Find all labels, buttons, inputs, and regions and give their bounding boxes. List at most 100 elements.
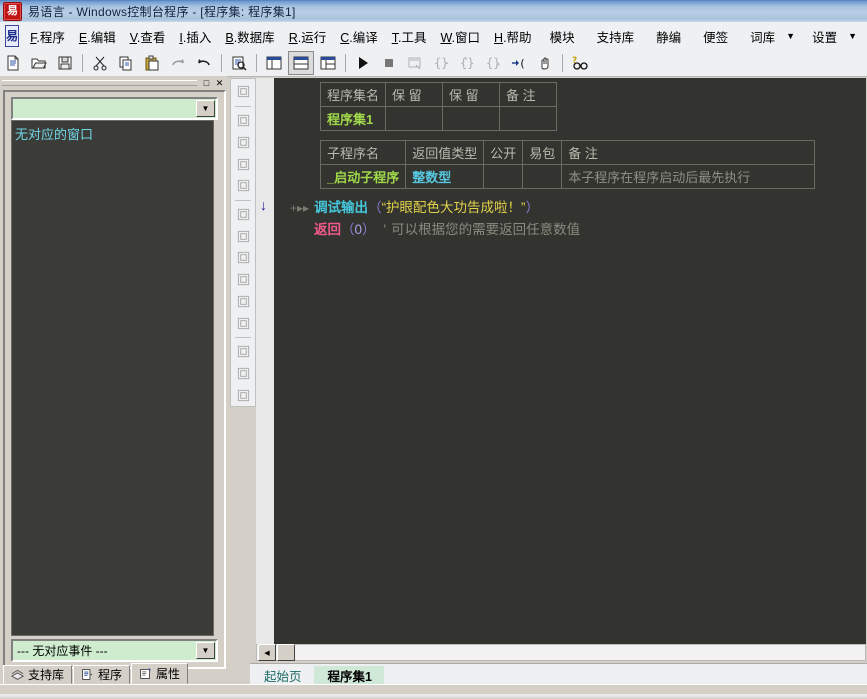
sub-return-type-cell[interactable]: 整数型 [405,164,485,189]
toolbar-separator [221,54,222,72]
menu-view[interactable]: V.查看 [123,24,173,49]
panel-restore-button[interactable]: □ [201,78,212,89]
layout-left-button[interactable] [262,52,286,74]
form-design-canvas[interactable]: 无对应的窗口 [11,120,214,636]
scrollbar-thumb[interactable] [277,644,295,661]
space-horizontal-button[interactable] [233,291,253,311]
code-line-debug-output[interactable]: +▸▸ 调试输出（“护眼配色大功告成啦！”） [290,196,539,216]
layout-grid-button[interactable] [316,52,340,74]
layout-top-button[interactable] [288,51,314,75]
menu-help[interactable]: H.帮助 [487,24,539,49]
same-width-button[interactable] [233,248,253,268]
menu-module[interactable]: 模块 [539,24,586,49]
event-select-value: --- 无对应事件 --- [17,644,108,658]
panel-close-button[interactable]: ✕ [214,78,225,89]
menu-edit[interactable]: E.编辑 [72,24,123,49]
stop-button[interactable] [377,52,401,74]
assembly-note-cell[interactable] [499,106,558,131]
align-top-button[interactable] [233,154,253,174]
binoculars-help-button[interactable]: ? [568,52,592,74]
size-height-button[interactable] [233,364,253,384]
assembly-table[interactable]: 程序集名 保 留 保 留 备 注 程序集1 [319,82,558,131]
menu-item-label: .窗口 [451,30,481,45]
editor-gutter[interactable]: ↓ [256,78,274,644]
find-document-button[interactable] [227,52,251,74]
sidebar-tab-libs[interactable]: 支持库 [3,665,73,684]
fold-marker-icon[interactable]: +▸▸ [290,201,309,215]
redo-button[interactable] [166,52,190,74]
chevron-down-icon[interactable]: ▼ [196,100,215,117]
menu-run[interactable]: R.运行 [282,24,334,49]
assembly-reserved2-cell[interactable] [442,106,501,131]
menu-static[interactable]: 静编 [645,24,692,49]
hand-button[interactable] [533,52,557,74]
window-select-combo[interactable]: ▼ [11,97,218,120]
undo-button[interactable] [192,52,216,74]
sub-name-cell[interactable]: _启动子程序 [319,164,407,189]
sub-note-cell[interactable]: 本子程序在程序启动后最先执行 [561,164,816,189]
align-left-button[interactable] [233,111,253,131]
open-folder-button[interactable] [27,52,51,74]
menu-bar: 易 F.程序 E.编辑 V.查看 I.插入 B.数据库 R.运行 C.编译 T.工具 W.窗口 H… [0,22,867,51]
code-canvas[interactable]: 程序集名 保 留 保 留 备 注 程序集1 子程序名 返回值类型 公开 易包 备… [274,78,866,644]
chevron-down-icon[interactable]: ▼ [786,31,801,41]
sidebar-tab-props[interactable]: 属性 [131,663,189,684]
align-frame-button[interactable] [233,82,253,102]
run-to-cursor-button[interactable]: () [507,52,531,74]
menu-insert[interactable]: I.插入 [172,24,218,49]
step-into-button[interactable]: {} [429,52,453,74]
menu-compile[interactable]: C.编译 [333,24,385,49]
size-both-button[interactable] [233,385,253,405]
center-vertical-button[interactable] [233,226,253,246]
menu-item-label: .工具 [397,30,427,45]
align-right-button[interactable] [233,132,253,152]
assembly-name-cell[interactable]: 程序集1 [319,106,387,131]
table-row[interactable]: 程序集1 [319,106,558,131]
paste-button[interactable] [140,52,164,74]
debug-window-button[interactable] [403,52,427,74]
step-out-button[interactable]: {} [481,52,505,74]
subroutine-table[interactable]: 子程序名 返回值类型 公开 易包 备 注 _启动子程序 整数型 本子程序在程序启… [319,140,816,189]
same-height-button[interactable] [233,270,253,290]
menu-tools[interactable]: T.工具 [385,24,434,49]
sidebar-tab-program[interactable]: 程序 [73,665,131,684]
code-editor[interactable]: ↓ 程序集名 保 留 保 留 备 注 程序集1 子程序名 返回值类型 公开 易包… [256,78,866,644]
table-row[interactable]: _启动子程序 整数型 本子程序在程序启动后最先执行 [319,164,816,189]
menu-note[interactable]: 便签 [692,24,739,49]
menu-window[interactable]: W.窗口 [433,24,487,49]
document-tab-strip: 起始页 程序集1 [250,663,867,685]
chevron-down-icon[interactable]: ▼ [196,642,215,659]
chevron-down-icon[interactable]: ▼ [848,31,863,41]
sidebar-tab-label: 程序 [98,668,123,682]
menu-database[interactable]: B.数据库 [218,24,281,49]
size-width-button[interactable] [233,342,253,362]
menu-settings[interactable]: 设置 [801,24,848,49]
code-line-return[interactable]: 返回（0） ' 可以根据您的需要返回任意数值 [314,218,580,238]
toolbar-separator [562,54,563,72]
center-horizontal-icon [236,207,251,222]
space-vertical-button[interactable] [233,313,253,333]
assembly-reserved1-cell[interactable] [385,106,444,131]
scroll-left-button[interactable]: ◀ [258,644,276,661]
step-over-button[interactable]: {} [455,52,479,74]
doc-tab-assembly1[interactable]: 程序集1 [313,666,384,685]
cut-button[interactable] [88,52,112,74]
event-select-combo[interactable]: --- 无对应事件 --- ▼ [11,639,218,662]
menu-program[interactable]: F.程序 [23,24,72,49]
new-file-button[interactable] [1,52,25,74]
center-horizontal-button[interactable] [233,205,253,225]
menu-lexicon[interactable]: 词库 [739,24,786,49]
align-bottom-button[interactable] [233,176,253,196]
menu-accelerator: E [78,30,88,45]
save-disk-button[interactable] [53,52,77,74]
sub-package-cell[interactable] [522,164,563,189]
window-title: 易语言 - Windows控制台程序 - [程序集: 程序集1] [28,4,296,19]
run-button[interactable] [351,52,375,74]
copy-button[interactable] [114,52,138,74]
menu-libs[interactable]: 支持库 [586,24,646,49]
return-keyword: 返回 [314,222,341,237]
sub-public-cell[interactable] [483,164,524,189]
app-logo-icon: 易 [5,25,20,47]
doc-tab-start-page[interactable]: 起始页 [250,666,314,685]
editor-horizontal-scrollbar[interactable]: ◀ [256,644,866,661]
